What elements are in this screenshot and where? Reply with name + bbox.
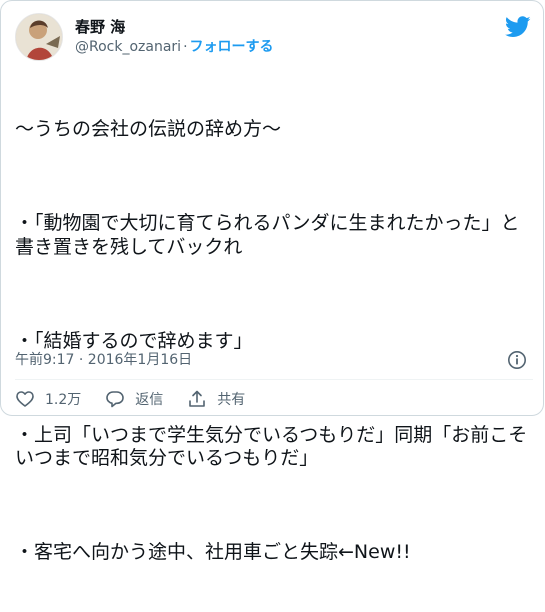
tweet-header: 春野 海 @Rock_ozanari · フォローする	[15, 13, 533, 65]
user-handle[interactable]: @Rock_ozanari	[75, 39, 181, 55]
reply-label: 返信	[135, 392, 164, 408]
tweet-paragraph-item-4: ・客宅へ向かう途中、社用車ごと失踪←New!!	[15, 541, 411, 563]
divider	[15, 379, 533, 380]
twitter-bird-icon[interactable]	[505, 16, 531, 38]
avatar-illustration	[16, 14, 62, 60]
handle-row: @Rock_ozanari · フォローする	[75, 37, 274, 57]
display-name[interactable]: 春野 海	[75, 17, 274, 37]
tweet-paragraph-title: ～うちの会社の伝説の辞め方～	[15, 118, 282, 140]
heart-icon	[16, 391, 34, 407]
like-button[interactable]: 1.2万	[15, 389, 81, 409]
reply-bubble-icon	[106, 391, 125, 408]
tweet-paragraph-item-3: ・上司「いつまで学生気分でいるつもりだ」同期「お前こそいつまで昭和気分でいるつも…	[15, 423, 528, 470]
name-block: 春野 海 @Rock_ozanari · フォローする	[75, 17, 274, 57]
like-count: 1.2万	[45, 392, 82, 408]
reply-button[interactable]: 返信	[105, 389, 163, 409]
tweet-text: ～うちの会社の伝説の辞め方～ ・「動物園で大切に育てられるパンダに生まれたかった…	[15, 71, 533, 612]
tweet-card: 春野 海 @Rock_ozanari · フォローする ～うちの会社の伝説の辞め方～…	[0, 0, 544, 563]
share-button[interactable]: 共有	[187, 389, 245, 409]
separator-dot: ·	[183, 39, 188, 55]
action-bar: 1.2万 返信 共有	[15, 385, 269, 413]
tweet-paragraph-item-1: ・「動物園で大切に育てられるパンダに生まれたかった」と書き置きを残してバックれ	[15, 212, 520, 258]
follow-button[interactable]: フォローする	[190, 39, 274, 55]
share-label: 共有	[217, 392, 246, 408]
share-upload-icon	[189, 390, 206, 407]
info-icon[interactable]	[507, 350, 527, 370]
avatar[interactable]	[15, 13, 63, 61]
tweet-timestamp[interactable]: 午前9:17 · 2016年1月16日	[15, 352, 192, 368]
tweet-meta: 午前9:17 · 2016年1月16日	[15, 349, 533, 371]
